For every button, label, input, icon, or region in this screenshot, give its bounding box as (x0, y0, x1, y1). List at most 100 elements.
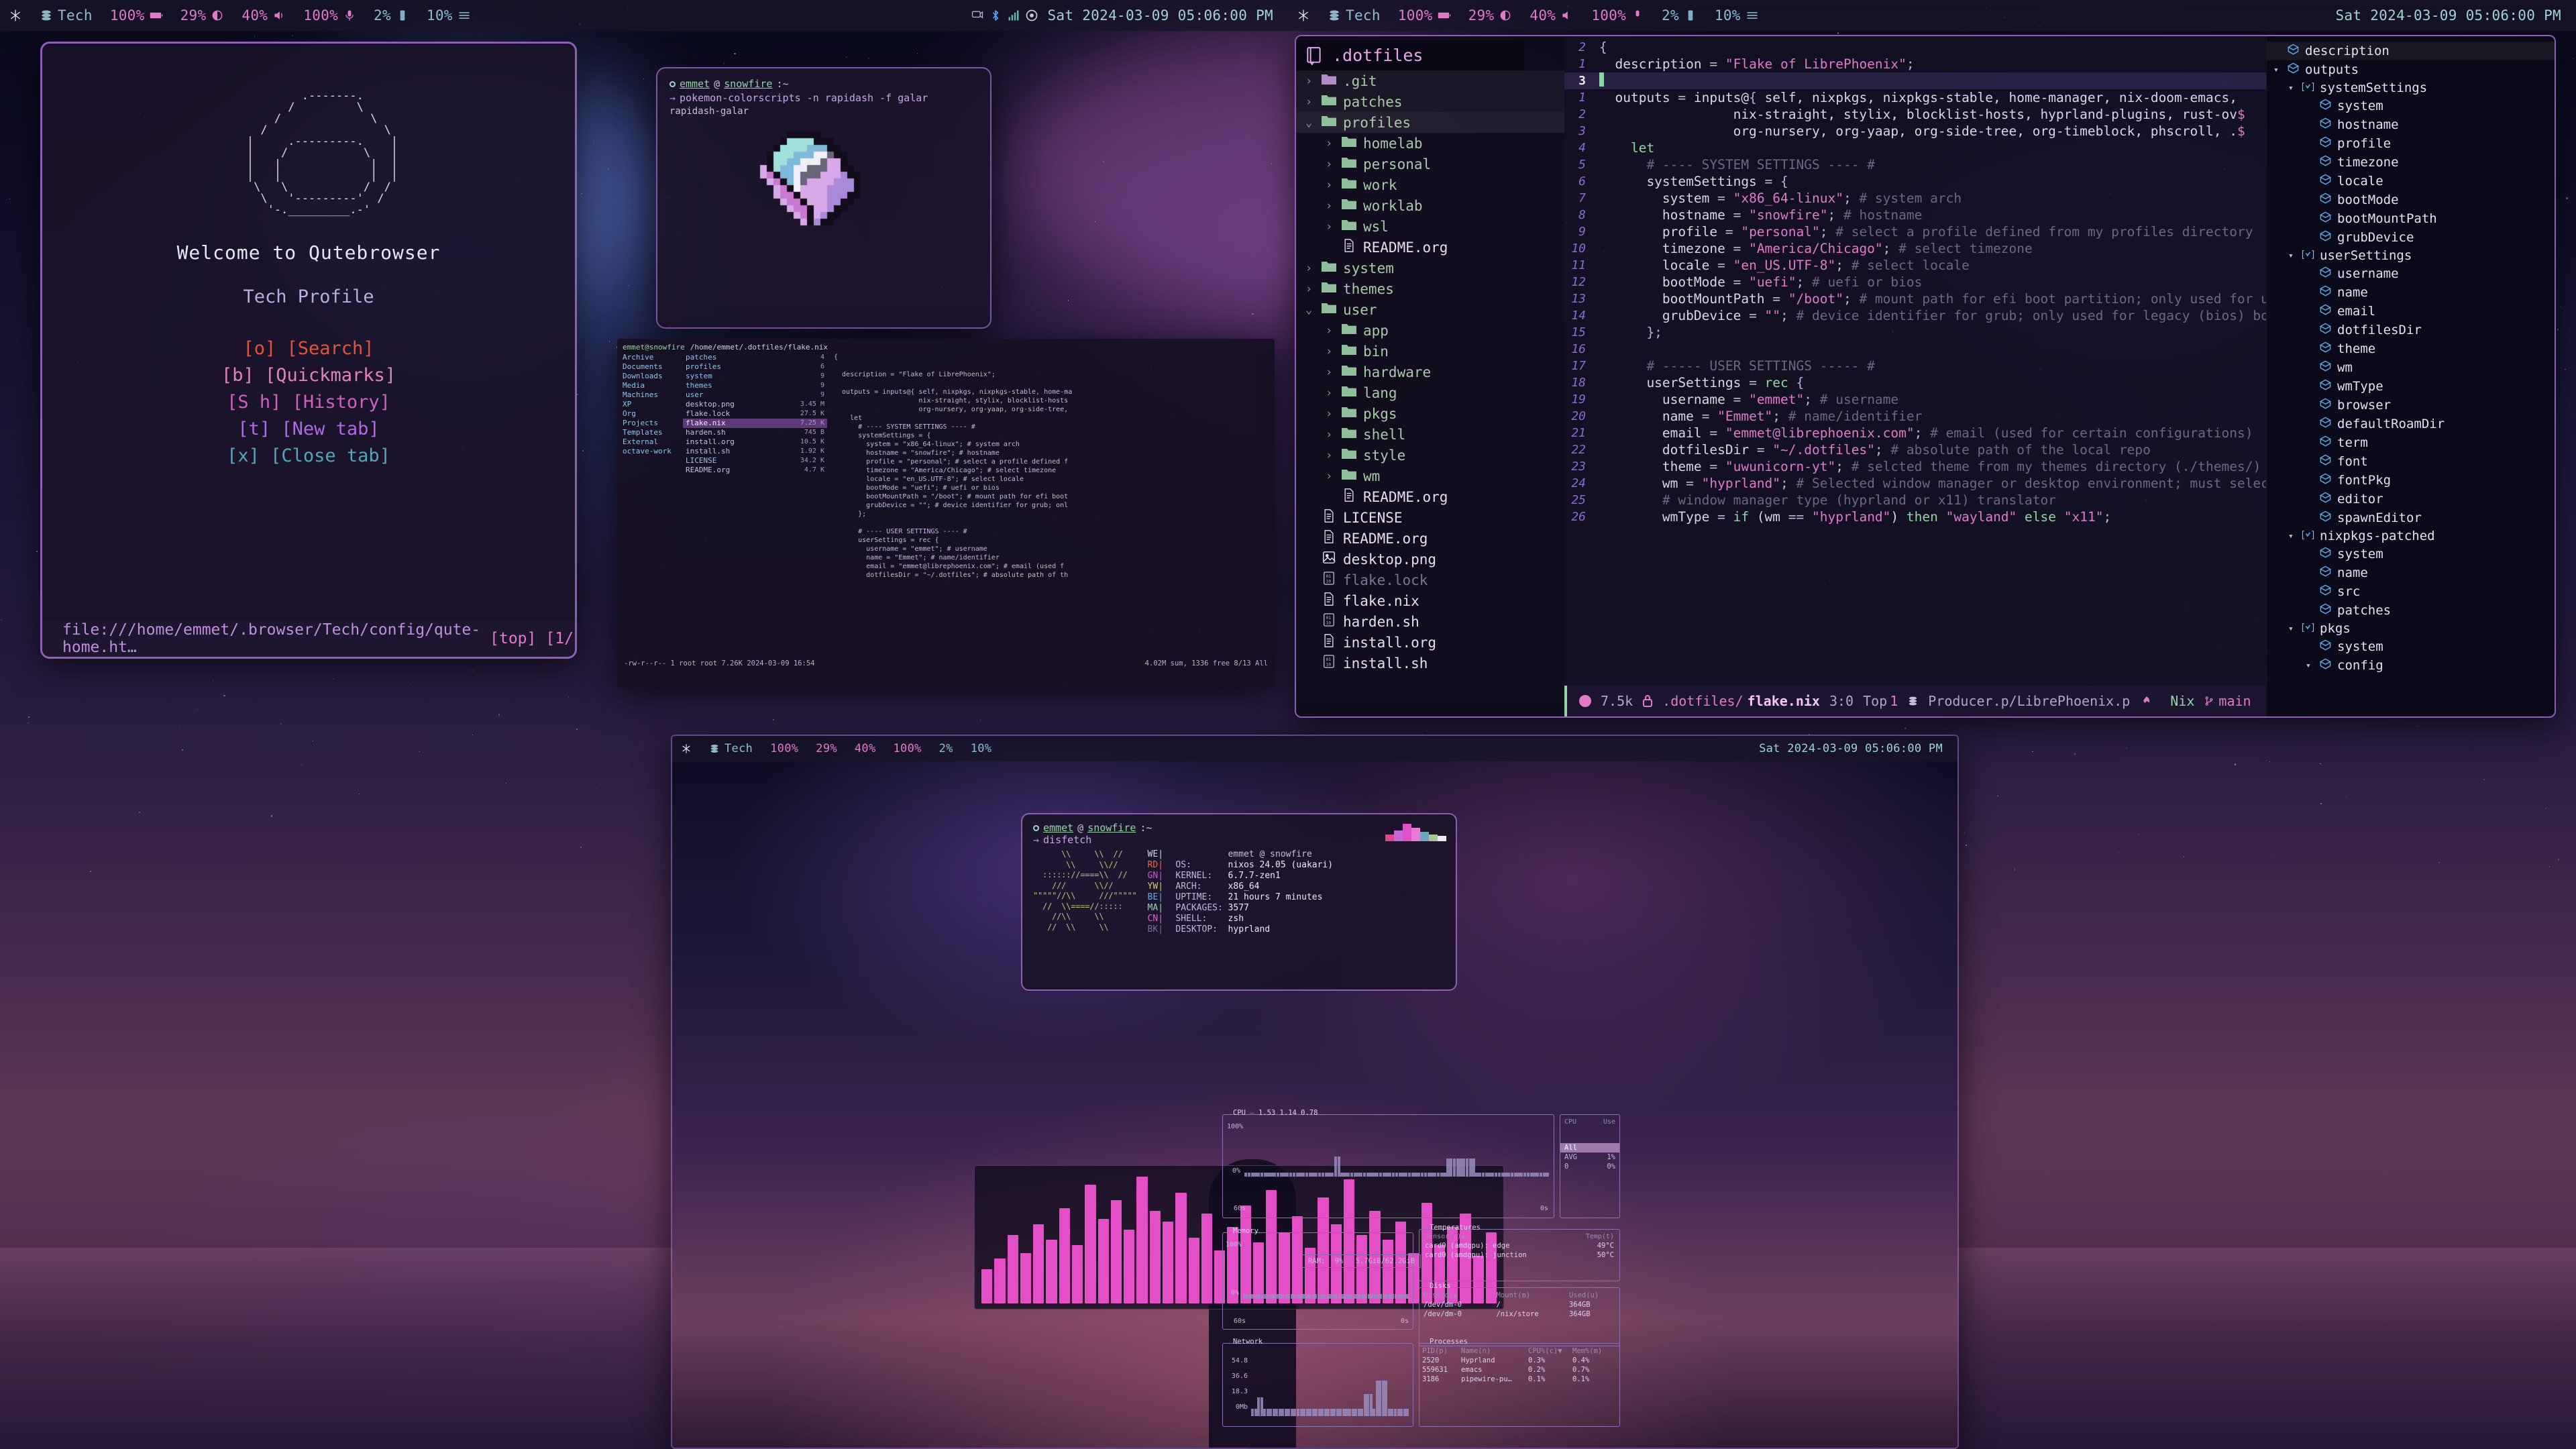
secondary-mem[interactable]: 10% (962, 742, 1001, 755)
btop-process-row[interactable]: 2520 Hyprland 0.3% 0.4% (1419, 1356, 1619, 1365)
secondary-mic[interactable]: 100% (885, 742, 930, 755)
code-line[interactable]: 4 let (1564, 140, 2266, 156)
outline-item-config[interactable]: ▾ config (2267, 656, 2555, 675)
outline-item-src[interactable]: src (2267, 582, 2555, 601)
chevron-right-icon[interactable]: › (1305, 74, 1315, 88)
chevron-right-icon[interactable]: › (1326, 324, 1335, 337)
code-line[interactable]: 1 description = "Flake of LibrePhoenix"; (1564, 56, 2266, 72)
outline-item-defaultroamdir[interactable]: defaultRoamDir (2267, 415, 2555, 433)
outline-item-fontpkg[interactable]: fontPkg (2267, 471, 2555, 490)
code-line[interactable]: 10 timezone = "America/Chicago"; # selec… (1564, 240, 2266, 257)
tree-item-flake-nix[interactable]: flake.nix (1296, 590, 1564, 611)
btop-proc-col-header[interactable]: Name(n) (1461, 1347, 1528, 1355)
ranger-parent-item[interactable]: Templates (620, 428, 680, 437)
btop-proc-col-header[interactable]: CPU%(c)▼ (1528, 1347, 1572, 1355)
outline-item-username[interactable]: username (2267, 264, 2555, 283)
tree-item-themes[interactable]: › themes (1296, 278, 1564, 299)
tree-item-lang[interactable]: › lang (1296, 382, 1564, 403)
status-bar-right[interactable]: Tech 100% 29% 40% 100% 2% 10% Sat 2024-0… (1288, 0, 2576, 31)
code-line[interactable]: 2{ (1564, 39, 2266, 56)
microphone-indicator[interactable]: 100% (294, 7, 365, 23)
tree-item-readme-org[interactable]: README.org (1296, 486, 1564, 507)
outline-item-nixpkgs-patched[interactable]: ▾ nixpkgs-patched (2267, 527, 2555, 545)
workspace-indicator-right[interactable] (1288, 9, 1319, 22)
chevron-right-icon[interactable]: › (1326, 137, 1335, 150)
ranger-list-item[interactable]: flake.lock 27.5 K (683, 409, 827, 419)
outline-item-bootmode[interactable]: bootMode (2267, 191, 2555, 209)
btop-memory-panel[interactable]: Memory 100% 0% 60s 0s RAM: 9% 5.7GiB/62.… (1222, 1232, 1413, 1330)
ranger-list-item[interactable]: README.org 4.7 K (683, 466, 827, 475)
btop-cpu-row[interactable]: All (1560, 1143, 1619, 1152)
secondary-workspace-indicator[interactable] (672, 743, 700, 754)
ranger-file-manager-window[interactable]: emmet@snowfire /home/emmet/.dotfiles/fla… (617, 339, 1275, 688)
outline-item-theme[interactable]: theme (2267, 339, 2555, 358)
qutebrowser-link[interactable]: [S h] [History] (221, 389, 396, 416)
ranger-parent-item[interactable]: Projects (620, 419, 680, 428)
screencast-icon[interactable] (971, 9, 984, 22)
chevron-right-icon[interactable]: › (1326, 158, 1335, 171)
btop-proc-col-header[interactable]: PID(p) (1422, 1347, 1461, 1355)
secondary-volume[interactable]: 40% (846, 742, 885, 755)
tree-item-app[interactable]: › app (1296, 320, 1564, 341)
code-line[interactable]: 26 wmType = if (wm == "hyprland") then "… (1564, 508, 2266, 525)
ranger-list-item[interactable]: themes 9 (683, 381, 827, 390)
tree-item-readme-org[interactable]: README.org (1296, 528, 1564, 549)
btop-disk-col-header[interactable]: Mount(m) (1496, 1291, 1568, 1299)
outline-item-name[interactable]: name (2267, 564, 2555, 582)
battery-indicator-right[interactable]: 100% (1389, 7, 1460, 23)
memory-indicator-right[interactable]: 10% (1706, 7, 1768, 23)
workspace-indicator[interactable] (0, 9, 31, 22)
outline-item-email[interactable]: email (2267, 302, 2555, 321)
triangle-down-icon[interactable]: ▾ (2288, 531, 2296, 541)
code-line[interactable]: 11 locale = "en_US.UTF-8"; # select loca… (1564, 257, 2266, 274)
pokemon-terminal-window[interactable]: emmet @ snowfire :~ → pokemon-colorscrip… (656, 67, 991, 329)
clock[interactable]: Sat 2024-03-09 05:06:00 PM (1047, 7, 1288, 23)
btop-cpu-row[interactable]: 0 0% (1560, 1162, 1619, 1171)
code-line[interactable]: 21 email = "emmet@librephoenix.com"; # e… (1564, 425, 2266, 441)
brightness-indicator[interactable]: 29% (172, 7, 233, 23)
ranger-parent-item[interactable]: Machines (620, 390, 680, 400)
code-editor-area[interactable]: 2{1 description = "Flake of LibrePhoenix… (1564, 36, 2266, 716)
ranger-parent-item[interactable]: XP (620, 400, 680, 409)
fetch-terminal-window[interactable]: emmet @ snowfire :~ → disfetch \\ \\ // … (1021, 813, 1457, 991)
outline-item-grubdevice[interactable]: grubDevice (2267, 228, 2555, 247)
tree-item-patches[interactable]: › patches (1296, 91, 1564, 112)
tree-item-readme-org[interactable]: README.org (1296, 237, 1564, 258)
emacs-editor-window[interactable]: .dotfiles › .git › patches ⌄ profiles › homelab… (1295, 35, 2556, 718)
btop-processes-panel[interactable]: Processes PID(p) Name(n) CPU%(c)▼ Mem%(m) 2… (1419, 1343, 1620, 1427)
chevron-right-icon[interactable]: › (1326, 386, 1335, 400)
tree-item-homelab[interactable]: › homelab (1296, 133, 1564, 154)
ranger-column-current[interactable]: patches 4 profiles 6 system 9 themes 9 user 9 desk… (683, 353, 827, 658)
tree-item-desktop-png[interactable]: desktop.png (1296, 549, 1564, 570)
code-line[interactable]: 1 outputs = inputs@{ self, nixpkgs, nixp… (1564, 89, 2266, 106)
code-line[interactable]: 15 }; (1564, 324, 2266, 341)
triangle-down-icon[interactable]: ▾ (2273, 65, 2282, 75)
chevron-right-icon[interactable]: › (1326, 178, 1335, 192)
secondary-clock[interactable]: Sat 2024-03-09 05:06:00 PM (1759, 742, 1957, 755)
project-header[interactable]: .dotfiles (1296, 40, 1524, 70)
bluetooth-icon[interactable] (989, 9, 1002, 22)
tree-item-user[interactable]: ⌄ user (1296, 299, 1564, 320)
outline-item-hostname[interactable]: hostname (2267, 115, 2555, 134)
tree-item-hardware[interactable]: › hardware (1296, 362, 1564, 382)
code-line[interactable]: 24 wm = "hyprland"; # Selected window ma… (1564, 475, 2266, 492)
outline-item-system[interactable]: system (2267, 97, 2555, 115)
tab-indicator-right[interactable]: Tech (1319, 7, 1389, 23)
battery-indicator[interactable]: 100% (101, 7, 172, 23)
cpu-indicator[interactable]: 2% (365, 7, 418, 23)
tree-item-personal[interactable]: › personal (1296, 154, 1564, 174)
code-line[interactable]: 20 name = "Emmet"; # name/identifier (1564, 408, 2266, 425)
cpu-indicator-right[interactable]: 2% (1653, 7, 1706, 23)
project-tree-panel[interactable]: .dotfiles › .git › patches ⌄ profiles › homelab… (1296, 36, 1564, 716)
chevron-right-icon[interactable]: › (1305, 262, 1315, 275)
ranger-parent-item[interactable]: Archive (620, 353, 680, 362)
ranger-list-item[interactable]: desktop.png 3.45 M (683, 400, 827, 409)
tree-item-wsl[interactable]: › wsl (1296, 216, 1564, 237)
btop-cpu-usage-table[interactable]: CPU Use All AVG 1% 0 0% (1560, 1114, 1620, 1218)
code-line[interactable]: 22 dotfilesDir = "~/.dotfiles"; # absolu… (1564, 441, 2266, 458)
outline-item-browser[interactable]: browser (2267, 396, 2555, 415)
tree-item-wm[interactable]: › wm (1296, 466, 1564, 486)
ranger-list-item[interactable]: flake.nix 7.25 K (683, 419, 827, 428)
code-line[interactable]: 12 bootMode = "uefi"; # uefi or bios (1564, 274, 2266, 290)
outline-item-locale[interactable]: locale (2267, 172, 2555, 191)
